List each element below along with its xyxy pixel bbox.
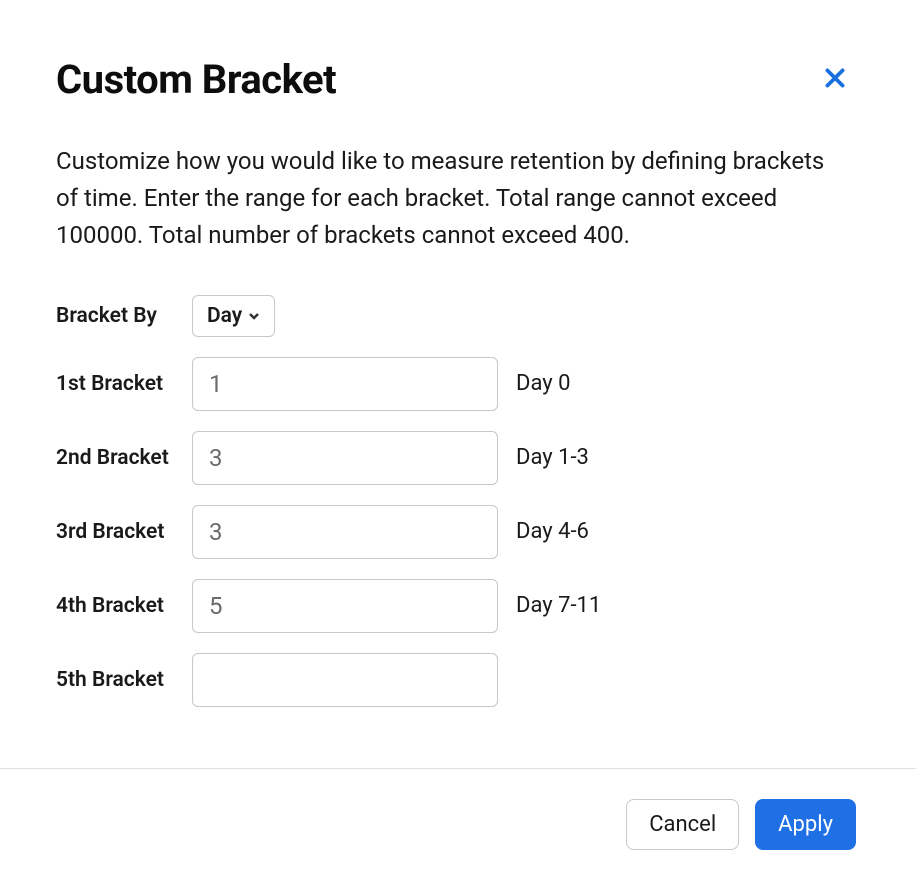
bracket-by-label: Bracket By: [56, 304, 192, 328]
bracket-input-5[interactable]: [192, 653, 498, 707]
bracket-row-1: 1st Bracket Day 0: [56, 357, 856, 411]
bracket-label-3: 3rd Bracket: [56, 520, 192, 544]
bracket-label-5: 5th Bracket: [56, 668, 192, 692]
bracket-range-2: Day 1-3: [516, 445, 589, 470]
bracket-row-3: 3rd Bracket Day 4-6: [56, 505, 856, 559]
bracket-range-3: Day 4-6: [516, 519, 589, 544]
dialog-title: Custom Bracket: [56, 56, 336, 103]
bracket-input-1[interactable]: [192, 357, 498, 411]
dialog-header: Custom Bracket: [56, 56, 856, 103]
bracket-label-4: 4th Bracket: [56, 594, 192, 618]
apply-button[interactable]: Apply: [755, 799, 856, 850]
bracket-input-2[interactable]: [192, 431, 498, 485]
cancel-button[interactable]: Cancel: [626, 799, 739, 850]
bracket-row-5: 5th Bracket: [56, 653, 856, 707]
bracket-by-select[interactable]: Day: [192, 295, 275, 337]
bracket-row-4: 4th Bracket Day 7-11: [56, 579, 856, 633]
close-icon: [822, 65, 848, 94]
bracket-input-3[interactable]: [192, 505, 498, 559]
bracket-row-2: 2nd Bracket Day 1-3: [56, 431, 856, 485]
bracket-by-selected: Day: [207, 304, 242, 328]
bracket-range-1: Day 0: [516, 371, 570, 396]
dialog-description: Customize how you would like to measure …: [56, 143, 846, 255]
chevron-down-icon: [248, 310, 260, 322]
bracket-label-2: 2nd Bracket: [56, 446, 192, 470]
dialog-footer: Cancel Apply: [0, 768, 916, 880]
bracket-label-1: 1st Bracket: [56, 372, 192, 396]
bracket-range-4: Day 7-11: [516, 593, 601, 618]
custom-bracket-dialog: Custom Bracket Customize how you would l…: [0, 0, 916, 707]
bracket-by-row: Bracket By Day: [56, 295, 856, 337]
bracket-input-4[interactable]: [192, 579, 498, 633]
close-button[interactable]: [814, 57, 856, 102]
